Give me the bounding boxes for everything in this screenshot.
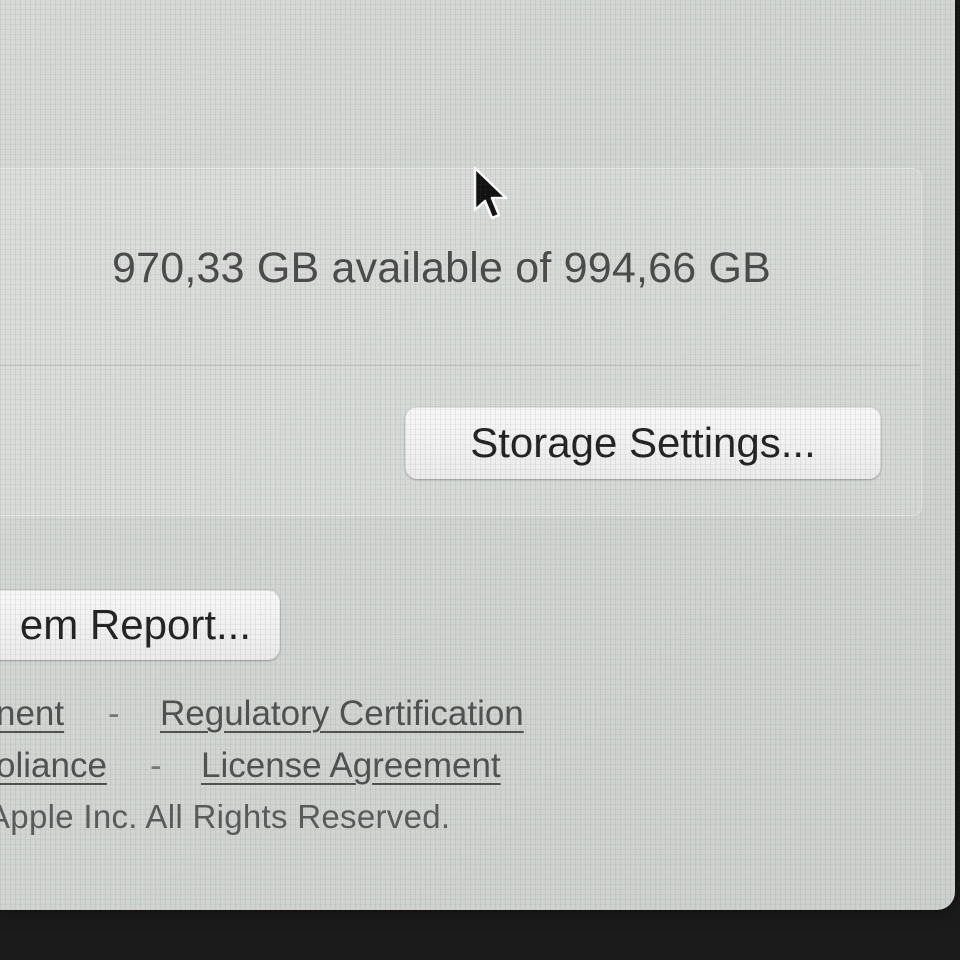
storage-summary: 970,33 GB available of 994,66 GB — [112, 244, 772, 292]
regulatory-certification-link[interactable]: Regulatory Certification — [160, 694, 524, 734]
software-license-agreement-link[interactable]: nent — [0, 694, 64, 734]
about-this-mac-window: 970,33 GB available of 994,66 GB Storage… — [0, 0, 955, 910]
copyright-text: Apple Inc. All Rights Reserved. — [0, 798, 451, 835]
footer-separator: - — [150, 746, 162, 785]
environmental-compliance-link[interactable]: oliance — [0, 746, 107, 786]
license-agreement-link[interactable]: License Agreement — [201, 746, 501, 786]
storage-settings-button[interactable]: Storage Settings... — [405, 407, 881, 479]
footer-separator: - — [108, 694, 120, 733]
arrow-cursor-icon — [473, 166, 508, 220]
system-report-button[interactable]: em Report... — [0, 590, 280, 660]
storage-divider — [0, 365, 921, 366]
